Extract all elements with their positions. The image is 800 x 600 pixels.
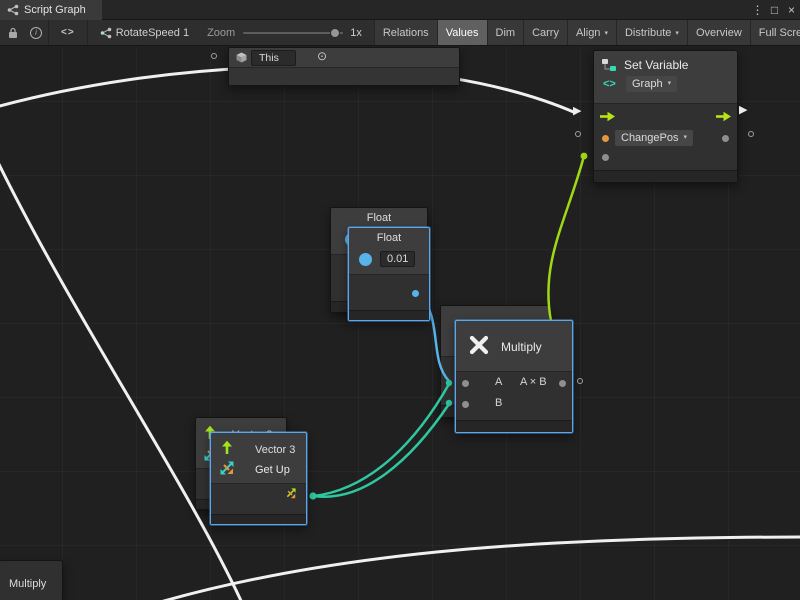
- node-subtitle: Get Up: [255, 464, 290, 476]
- values-button[interactable]: Values: [437, 20, 487, 46]
- float-output-port[interactable]: [412, 290, 419, 297]
- target-picker-icon[interactable]: ⊙: [317, 49, 327, 63]
- node-vector3-get-up[interactable]: Vector 3 Get Up: [210, 432, 307, 525]
- variable-type-icon: <>: [603, 78, 616, 90]
- zoom-value: 1x: [350, 27, 362, 39]
- flow-wire-left[interactable]: [0, 150, 243, 600]
- close-icon[interactable]: ×: [783, 3, 800, 17]
- vector3-output-icon: [285, 488, 296, 499]
- input-b-port[interactable]: [462, 401, 469, 408]
- input-a-port[interactable]: [462, 380, 469, 387]
- port-a-label: A: [495, 376, 502, 388]
- node-footer: [349, 310, 429, 320]
- node-title: Multiply: [501, 340, 542, 354]
- zoom-slider-track[interactable]: [243, 32, 343, 34]
- script-graph-icon: [7, 4, 19, 16]
- node-multiply[interactable]: Multiply A A × B B: [455, 320, 573, 433]
- info-icon[interactable]: i: [30, 27, 42, 39]
- zoom-label: Zoom: [207, 27, 235, 39]
- carry-button[interactable]: Carry: [523, 20, 567, 46]
- toolbar-buttons: Relations Values Dim Carry Align▾ Distri…: [374, 20, 800, 46]
- result-output-port[interactable]: [559, 380, 566, 387]
- vector-wire-a[interactable]: [314, 384, 449, 496]
- toolbar-divider: [87, 20, 88, 46]
- multiply-icon: [468, 334, 490, 356]
- node-footer: [211, 514, 306, 524]
- node-set-variable[interactable]: Set Variable <> Graph ▾ ChangePos ▾: [593, 50, 738, 183]
- lock-icon[interactable]: [8, 27, 18, 39]
- node-this[interactable]: This ⊙: [228, 47, 460, 86]
- chevron-down-icon: ▾: [604, 29, 608, 37]
- this-output-port[interactable]: [211, 53, 217, 59]
- graph-breadcrumb-icon: [100, 27, 112, 39]
- node-body: [456, 371, 572, 420]
- node-footer: [456, 420, 572, 432]
- node-title: Set Variable: [624, 58, 688, 72]
- node-multiply-partial[interactable]: Multiply: [0, 560, 63, 600]
- variable-wire[interactable]: [548, 156, 584, 321]
- titlebar: Script Graph ⋮ □ ×: [0, 0, 800, 20]
- script-graph-window: Script Graph ⋮ □ × i <>: [0, 0, 800, 600]
- tab-script-graph[interactable]: Script Graph: [0, 0, 102, 20]
- variable-wire-dot: [581, 153, 588, 160]
- float-value-input[interactable]: 0.01: [380, 251, 415, 267]
- tab-title: Script Graph: [24, 4, 86, 16]
- node-footer: [594, 170, 737, 182]
- flow-arrow-icon[interactable]: ▶: [739, 104, 747, 116]
- vector3-type-icon: [220, 461, 234, 475]
- distribute-dropdown-button[interactable]: Distribute▾: [616, 20, 687, 46]
- chevron-down-icon: ▾: [675, 29, 679, 37]
- zoom-slider-handle[interactable]: [330, 28, 340, 38]
- chevron-down-icon: ▾: [668, 78, 672, 90]
- overview-button[interactable]: Overview: [687, 20, 750, 46]
- graph-toolbar: i <> RotateSpeed 1 Zoom 1x Relations Val…: [0, 20, 800, 46]
- variable-name-dropdown[interactable]: ChangePos ▾: [615, 130, 693, 146]
- relations-button[interactable]: Relations: [374, 20, 437, 46]
- flow-wire-bottom[interactable]: [150, 537, 800, 600]
- input-value-port[interactable]: [602, 154, 609, 161]
- toolbar-divider: [48, 20, 49, 46]
- node-float[interactable]: Float 0.01: [348, 227, 430, 321]
- floating-port[interactable]: [748, 131, 754, 137]
- variable-kind-dropdown[interactable]: Graph ▾: [626, 76, 677, 92]
- window-menu-icon[interactable]: ⋮: [749, 3, 766, 17]
- up-arrow-icon: [221, 440, 233, 455]
- variable-node-icon: [601, 57, 617, 73]
- code-view-icon[interactable]: <>: [61, 27, 75, 38]
- floating-port[interactable]: [575, 131, 581, 137]
- node-title: Multiply: [9, 578, 46, 590]
- variable-name-port[interactable]: [602, 135, 609, 142]
- node-title: Float: [349, 232, 429, 244]
- zoom-slider[interactable]: [243, 28, 343, 38]
- align-dropdown-button[interactable]: Align▾: [567, 20, 616, 46]
- flow-arrow-icon[interactable]: ▶: [573, 105, 581, 117]
- node-title: Vector 3: [255, 444, 295, 456]
- full-screen-button[interactable]: Full Screen: [750, 20, 800, 46]
- expression-label: A × B: [520, 376, 547, 388]
- breadcrumb[interactable]: RotateSpeed 1: [116, 27, 189, 39]
- flow-out-port[interactable]: [715, 111, 732, 122]
- output-value-port[interactable]: [722, 135, 729, 142]
- node-body: [229, 67, 459, 85]
- this-object-field[interactable]: This: [251, 50, 296, 66]
- cube-icon: [236, 52, 247, 63]
- vector-wire-b[interactable]: [314, 404, 449, 497]
- window-controls: ⋮ □ ×: [749, 3, 800, 17]
- graph-canvas[interactable]: This ⊙ Set Variable <> Graph ▾: [0, 47, 800, 600]
- port-b-label: B: [495, 397, 502, 409]
- multiply-result-port[interactable]: [577, 378, 583, 384]
- node-title: Float: [331, 212, 427, 224]
- float-type-icon: [359, 253, 372, 266]
- flow-in-port[interactable]: [599, 111, 616, 122]
- maximize-icon[interactable]: □: [766, 3, 783, 17]
- dim-button[interactable]: Dim: [487, 20, 524, 46]
- vector-output-dot[interactable]: [309, 492, 316, 499]
- chevron-down-icon: ▾: [684, 132, 688, 144]
